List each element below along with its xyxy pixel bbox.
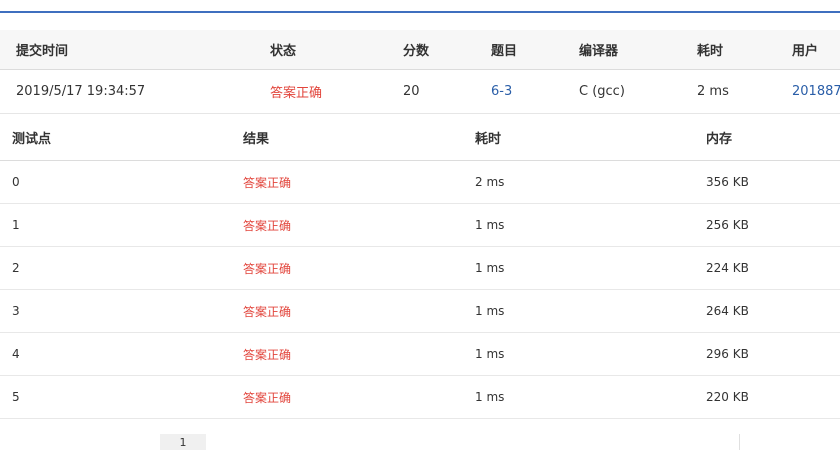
user-link[interactable]: 201887: [792, 70, 840, 113]
header-testcase: 测试点: [12, 132, 52, 147]
header-duration: 耗时: [697, 44, 724, 59]
testcase-id: 4: [12, 347, 20, 361]
header-user: 用户: [792, 44, 819, 59]
testcase-time: 1 ms: [475, 218, 505, 232]
testcase-result: 答案正确: [243, 218, 292, 233]
testcase-time: 1 ms: [475, 304, 505, 318]
header-time: 耗时: [475, 132, 502, 147]
testcase-result: 答案正确: [243, 175, 292, 190]
testcase-result: 答案正确: [243, 304, 292, 319]
problem-link[interactable]: 6-3: [491, 70, 512, 113]
testcase-time: 1 ms: [475, 261, 505, 275]
table-row: 2 答案正确 1 ms 224 KB: [0, 247, 840, 290]
testcase-time: 2 ms: [475, 175, 505, 189]
testcase-result: 答案正确: [243, 261, 292, 276]
header-score: 分数: [403, 44, 430, 59]
header-problem: 题目: [491, 44, 518, 59]
submission-row: 2019/5/17 19:34:57 答案正确 20 6-3 C (gcc) 2…: [0, 70, 840, 114]
testcase-id: 0: [12, 175, 20, 189]
table-row: 1 答案正确 1 ms 256 KB: [0, 204, 840, 247]
testcase-memory: 256 KB: [706, 218, 749, 232]
testcase-memory: 356 KB: [706, 175, 749, 189]
testcase-id: 5: [12, 390, 20, 404]
table-row: 4 答案正确 1 ms 296 KB: [0, 333, 840, 376]
testcase-memory: 224 KB: [706, 261, 749, 275]
header-result: 结果: [243, 132, 270, 147]
submission-table-header: 提交时间 状态 分数 题目 编译器 耗时 用户: [0, 30, 840, 70]
header-compiler: 编译器: [579, 44, 619, 59]
testcase-id: 1: [12, 218, 20, 232]
header-memory: 内存: [706, 132, 733, 147]
testcase-id: 2: [12, 261, 20, 275]
testcase-memory: 264 KB: [706, 304, 749, 318]
table-row: 0 答案正确 2 ms 356 KB: [0, 161, 840, 204]
testcase-id: 3: [12, 304, 20, 318]
testcase-result: 答案正确: [243, 347, 292, 362]
table-row: 5 答案正确 1 ms 220 KB: [0, 376, 840, 419]
score-value: 20: [403, 84, 420, 99]
duration-value: 2 ms: [697, 84, 729, 99]
pagination-page-1[interactable]: 1: [160, 434, 206, 450]
submission-detail-page: 提交时间 状态 分数 题目 编译器 耗时 用户 2019/5/17 19:34:…: [0, 0, 840, 450]
testcase-table-header: 测试点 结果 耗时 内存: [0, 115, 840, 161]
testcase-time: 1 ms: [475, 347, 505, 361]
testcase-memory: 220 KB: [706, 390, 749, 404]
testcase-time: 1 ms: [475, 390, 505, 404]
pagination-divider: [739, 434, 740, 450]
header-submit-time: 提交时间: [16, 44, 69, 59]
status-badge: 答案正确: [270, 86, 323, 101]
testcase-memory: 296 KB: [706, 347, 749, 361]
testcase-result: 答案正确: [243, 390, 292, 405]
submit-time: 2019/5/17 19:34:57: [16, 84, 146, 99]
compiler-value: C (gcc): [579, 84, 625, 99]
top-divider: [0, 11, 840, 13]
table-row: 3 答案正确 1 ms 264 KB: [0, 290, 840, 333]
header-status: 状态: [270, 44, 297, 59]
